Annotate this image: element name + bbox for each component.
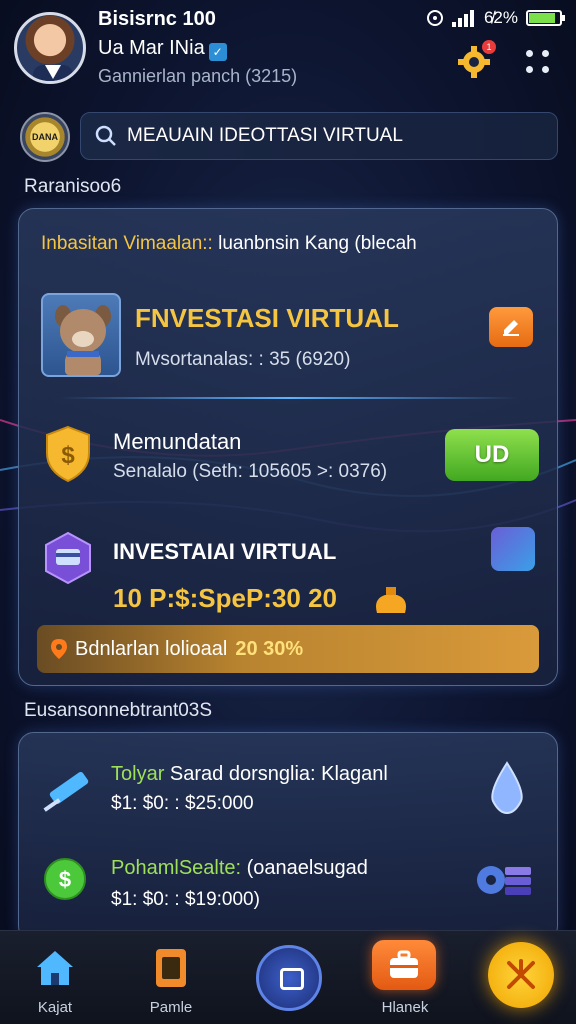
star-burst-icon	[507, 959, 535, 989]
card-heading-highlight: Inbasitan Vimaalan::	[41, 233, 213, 254]
item1-title: FNVESTASI VIRTUAL	[135, 303, 399, 333]
status-bar: 6̸2%	[426, 8, 565, 28]
dot-icon	[542, 50, 549, 57]
scan-icon	[280, 968, 304, 990]
list-item-title: PohamlSealte: (oanaelsugad	[111, 857, 368, 880]
water-drop-icon	[491, 761, 523, 815]
battery-fill	[529, 13, 555, 23]
hexagon-card-icon	[45, 531, 91, 585]
shield-dollar-icon: $	[46, 425, 90, 483]
nav-item-game[interactable]: Pamle	[116, 931, 226, 1024]
signal-icon	[451, 10, 474, 27]
dot-icon	[542, 66, 549, 73]
section-title-1: Raranisoo6	[24, 176, 122, 197]
promo-value: 20 30%	[235, 637, 304, 660]
dot-icon	[526, 66, 533, 73]
dollar-coin-icon: $	[44, 858, 86, 900]
investment-item-3[interactable]: INVESTAIAI VIRTUAL 10 P:$:SpeP:30 20	[41, 527, 541, 617]
item3-value: 10 P:$:SpeP:30 20	[113, 583, 338, 613]
list-item[interactable]: $ PohamlSealte: (oanaelsugad $1: $0: : $…	[39, 849, 539, 929]
user-name-text: Ua Mar INia	[98, 37, 205, 59]
dog-collar	[67, 351, 99, 357]
search-icon	[95, 125, 116, 146]
item3-title: INVESTAIAI VIRTUAL	[113, 539, 337, 564]
search-input[interactable]	[127, 125, 527, 147]
dot-icon	[526, 50, 533, 57]
investment-card: Inbasitan Vimaalan:: luanbnsin Kang (ble…	[18, 208, 558, 686]
promo-bar[interactable]: Bdnlarlan lolioaal 20 30%	[37, 625, 539, 673]
home-icon	[37, 951, 73, 985]
battery-percent: 6̸2%	[483, 8, 518, 27]
action-fab-button[interactable]	[488, 942, 554, 1008]
list-item-price: $1: $0: : $25:000	[111, 793, 254, 814]
item1-subtitle: Mvsortanalas: : 35 (6920)	[135, 349, 351, 370]
header-title: Bisisrnc 100	[98, 8, 216, 30]
list-item-title-highlight: PohamlSealte:	[111, 857, 242, 879]
item2-subtitle: Senalalo (Seth: 105605 >: 0376)	[113, 461, 388, 482]
list-item-title-rest: Sarad dorsnglia: Klaganl	[164, 763, 388, 785]
offers-card: Tolyar Sarad dorsnglia: Klaganl $1: $0: …	[18, 732, 558, 942]
section-title-2: Eusansonnebtrant03S	[24, 700, 213, 721]
list-item[interactable]: Tolyar Sarad dorsnglia: Klaganl $1: $0: …	[39, 753, 539, 833]
svg-text:$: $	[59, 867, 71, 892]
investment-item-2[interactable]: $ Memundatan Senalalo (Seth: 105605 >: 0…	[41, 419, 541, 489]
user-name: Ua Mar INia ✓	[98, 37, 227, 61]
verified-icon: ✓	[208, 43, 227, 61]
investment-item-1[interactable]: FNVESTASI VIRTUAL Mvsortanalas: : 35 (69…	[41, 293, 541, 383]
card-heading: Inbasitan Vimaalan:: luanbnsin Kang (ble…	[41, 233, 417, 255]
item2-title: Memundatan	[113, 429, 242, 454]
avatar[interactable]	[14, 12, 86, 84]
search-bar[interactable]	[80, 112, 558, 160]
divider	[59, 397, 519, 399]
game-card-icon	[156, 949, 186, 987]
app-logo-badge[interactable]: DANA	[20, 112, 70, 162]
alarm-icon	[426, 10, 443, 26]
edit-button[interactable]	[489, 307, 533, 347]
wallet-bag-icon[interactable]	[372, 940, 436, 990]
nav-label-game: Pamle	[149, 999, 193, 1016]
ud-button[interactable]: UD	[445, 429, 539, 481]
nav-label-wallet: Hlanek	[381, 999, 429, 1016]
list-item-title-highlight: Tolyar	[111, 763, 165, 785]
nav-item-home[interactable]: Kajat	[0, 931, 110, 1024]
search-row: DANA	[20, 112, 560, 162]
notification-badge: 1	[482, 40, 496, 54]
header-subtitle: Gannierlan panch (3215)	[98, 66, 298, 86]
list-item-price: $1: $0: : $19:000)	[111, 889, 260, 910]
svg-text:$: $	[61, 442, 75, 469]
briefcase-icon	[390, 950, 418, 978]
card-heading-rest: luanbnsin Kang (blecah	[212, 233, 417, 254]
more-menu-button[interactable]	[526, 50, 552, 76]
dog-snout	[72, 331, 94, 347]
nav-label-home: Kajat	[37, 999, 73, 1016]
dog-mascot-icon	[41, 293, 121, 377]
battery-icon	[526, 10, 565, 26]
money-bag-icon	[376, 587, 406, 613]
settings-button[interactable]: 1	[456, 40, 496, 80]
edit-icon	[503, 320, 519, 336]
header: Bisisrnc 100 Ua Mar INia ✓ Gannierlan pan…	[0, 0, 576, 100]
list-item-title: Tolyar Sarad dorsnglia: Klaganl	[111, 763, 388, 786]
location-pin-icon	[51, 639, 67, 659]
promo-label: Bdnlarlan lolioaal	[75, 637, 228, 660]
injection-icon	[43, 771, 89, 812]
list-item-title-rest: (oanaelsugad	[241, 857, 368, 879]
gear-stack-icon	[477, 866, 531, 895]
payment-card-icon[interactable]	[491, 527, 535, 571]
center-scan-button[interactable]	[256, 945, 322, 1011]
